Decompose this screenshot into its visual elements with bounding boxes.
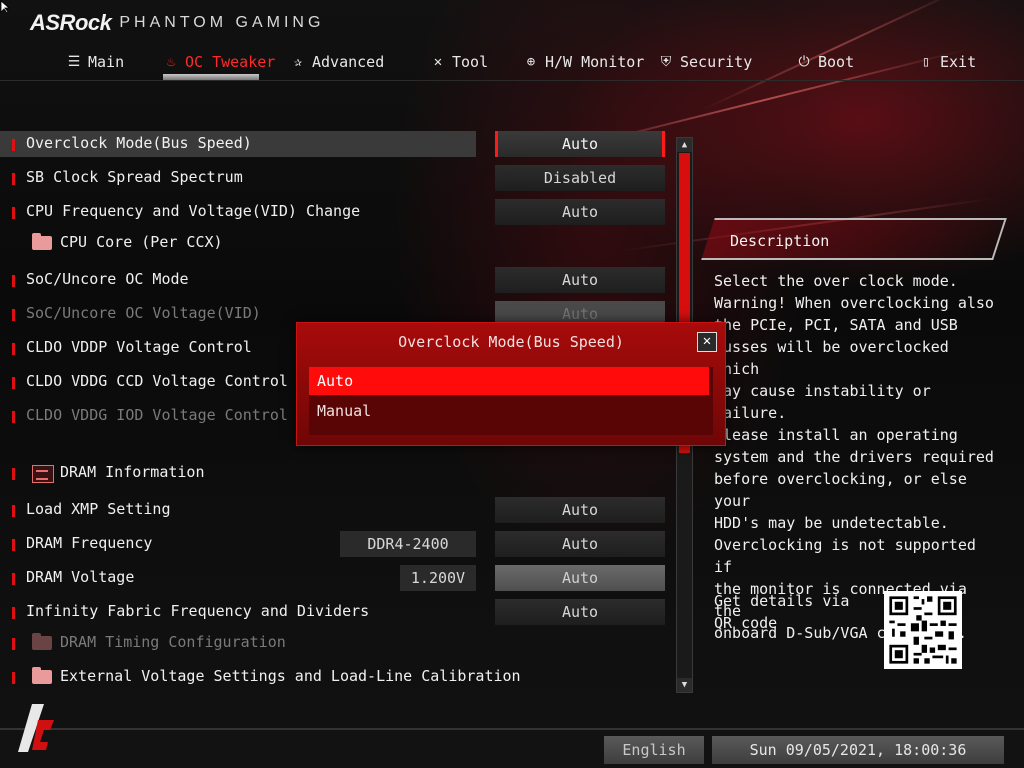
submenu-label: DRAM Timing Configuration	[60, 633, 286, 651]
tab-main-label: Main	[88, 53, 125, 71]
menu-item-label: Overclock Mode(Bus Speed)	[26, 134, 252, 152]
menu-item-label: Infinity Fabric Frequency and Dividers	[26, 602, 370, 620]
tab-exit[interactable]: ▯ Exit	[918, 48, 976, 76]
flame-icon: ♨	[166, 54, 176, 70]
popup-title: Overclock Mode(Bus Speed)	[398, 333, 624, 351]
tab-tool[interactable]: ✕ Tool	[430, 48, 488, 76]
menu-item-label: CLDO VDDG CCD Voltage Control	[26, 372, 288, 390]
tab-security[interactable]: ⛨ Security	[658, 48, 753, 76]
submenu-label: DRAM Information	[60, 463, 205, 481]
top-nav: ☰ Main ♨ OC Tweaker ✰ Advanced ✕ Tool ⊕ …	[0, 48, 1024, 80]
popup-option-manual[interactable]: Manual	[309, 397, 713, 425]
submenu-label: CPU Core (Per CCX)	[60, 233, 223, 251]
brand-name: ASRock	[30, 10, 112, 35]
menu-item-label: CPU Frequency and Voltage(VID) Change	[26, 202, 361, 220]
shield-icon: ⛨	[660, 54, 672, 70]
dram-frequency-current: DDR4-2400	[340, 531, 476, 557]
menu-item-label: CLDO VDDG IOD Voltage Control	[26, 406, 288, 424]
crosshair-icon: ⊕	[526, 54, 536, 70]
tab-exit-label: Exit	[940, 53, 977, 71]
description-text: Select the over clock mode. Warning! Whe…	[714, 272, 994, 642]
tab-main[interactable]: ☰ Main	[66, 48, 124, 76]
brand-logo: ASRock PHANTOM GAMING	[30, 10, 324, 36]
sb-clock-spread-value[interactable]: Disabled	[495, 165, 665, 191]
memory-icon	[32, 465, 54, 483]
overclock-mode-value[interactable]: Auto	[495, 131, 665, 157]
tab-tool-label: Tool	[452, 53, 489, 71]
row-marker	[12, 275, 15, 287]
cpu-freq-voltage-value[interactable]: Auto	[495, 199, 665, 225]
qr-code-icon	[884, 591, 962, 669]
popup-option-auto[interactable]: Auto	[309, 367, 709, 395]
exit-door-icon: ▯	[921, 54, 931, 70]
brand-subtitle: PHANTOM GAMING	[119, 14, 325, 31]
load-xmp-value[interactable]: Auto	[495, 497, 665, 523]
option-popup: Overclock Mode(Bus Speed) ✕ Auto Manual	[296, 322, 726, 446]
close-icon[interactable]: ✕	[697, 332, 717, 352]
tools-icon: ✕	[433, 54, 443, 70]
tab-hw-monitor[interactable]: ⊕ H/W Monitor	[523, 48, 645, 76]
row-marker	[12, 505, 15, 517]
datetime-display: Sun 09/05/2021, 18:00:36	[712, 736, 1004, 764]
tab-hw-monitor-label: H/W Monitor	[545, 53, 645, 71]
soc-uncore-oc-mode-value[interactable]: Auto	[495, 267, 665, 293]
dram-voltage-value[interactable]: Auto	[495, 565, 665, 591]
scroll-up-icon[interactable]: ▲	[677, 138, 692, 152]
row-marker	[12, 573, 15, 585]
menu-item-label: DRAM Voltage	[26, 568, 135, 586]
menu-item-label: Load XMP Setting	[26, 500, 171, 518]
phantom-gaming-logo-icon	[18, 704, 54, 752]
footer-divider	[0, 728, 1024, 730]
menu-item-label: SoC/Uncore OC Voltage(VID)	[26, 304, 261, 322]
row-marker	[12, 539, 15, 551]
menu-item-label: CLDO VDDP Voltage Control	[26, 338, 252, 356]
popup-option-list: Auto Manual	[309, 367, 713, 435]
tab-boot-label: Boot	[818, 53, 855, 71]
row-marker	[12, 468, 15, 480]
description-title: Description	[730, 232, 830, 250]
tab-oc-tweaker-label: OC Tweaker	[185, 53, 276, 71]
row-marker	[12, 207, 15, 219]
folder-icon	[32, 633, 52, 650]
folder-icon	[32, 667, 52, 684]
row-marker	[12, 672, 15, 684]
divider	[0, 80, 1024, 81]
tab-boot[interactable]: ⏻ Boot	[796, 48, 854, 76]
folder-icon	[32, 233, 52, 250]
star-icon: ✰	[293, 54, 303, 70]
qr-label: Get details via QR code	[714, 592, 850, 632]
scroll-down-icon[interactable]: ▼	[677, 678, 692, 692]
infinity-fabric-value[interactable]: Auto	[495, 599, 665, 625]
dram-frequency-value[interactable]: Auto	[495, 531, 665, 557]
tab-advanced-label: Advanced	[312, 53, 385, 71]
row-marker	[12, 139, 15, 151]
row-marker	[12, 343, 15, 355]
tab-advanced[interactable]: ✰ Advanced	[290, 48, 384, 76]
dram-voltage-current: 1.200V	[400, 565, 476, 591]
mouse-cursor-icon	[0, 0, 10, 14]
power-icon: ⏻	[798, 54, 810, 70]
list-icon: ☰	[67, 54, 81, 70]
menu-item-label: DRAM Frequency	[26, 534, 153, 552]
tab-oc-tweaker[interactable]: ♨ OC Tweaker	[163, 48, 276, 76]
row-marker	[12, 607, 15, 619]
submenu-label: External Voltage Settings and Load-Line …	[60, 667, 521, 685]
row-marker	[12, 638, 15, 650]
row-marker	[12, 173, 15, 185]
menu-item-overclock-mode[interactable]: Overclock Mode(Bus Speed)	[0, 131, 476, 157]
row-marker	[12, 377, 15, 389]
menu-item-label: SoC/Uncore OC Mode	[26, 270, 189, 288]
row-marker	[12, 411, 15, 423]
menu-item-label: SB Clock Spread Spectrum	[26, 168, 243, 186]
tab-security-label: Security	[680, 53, 753, 71]
language-button[interactable]: English	[604, 736, 704, 764]
row-marker	[12, 309, 15, 321]
